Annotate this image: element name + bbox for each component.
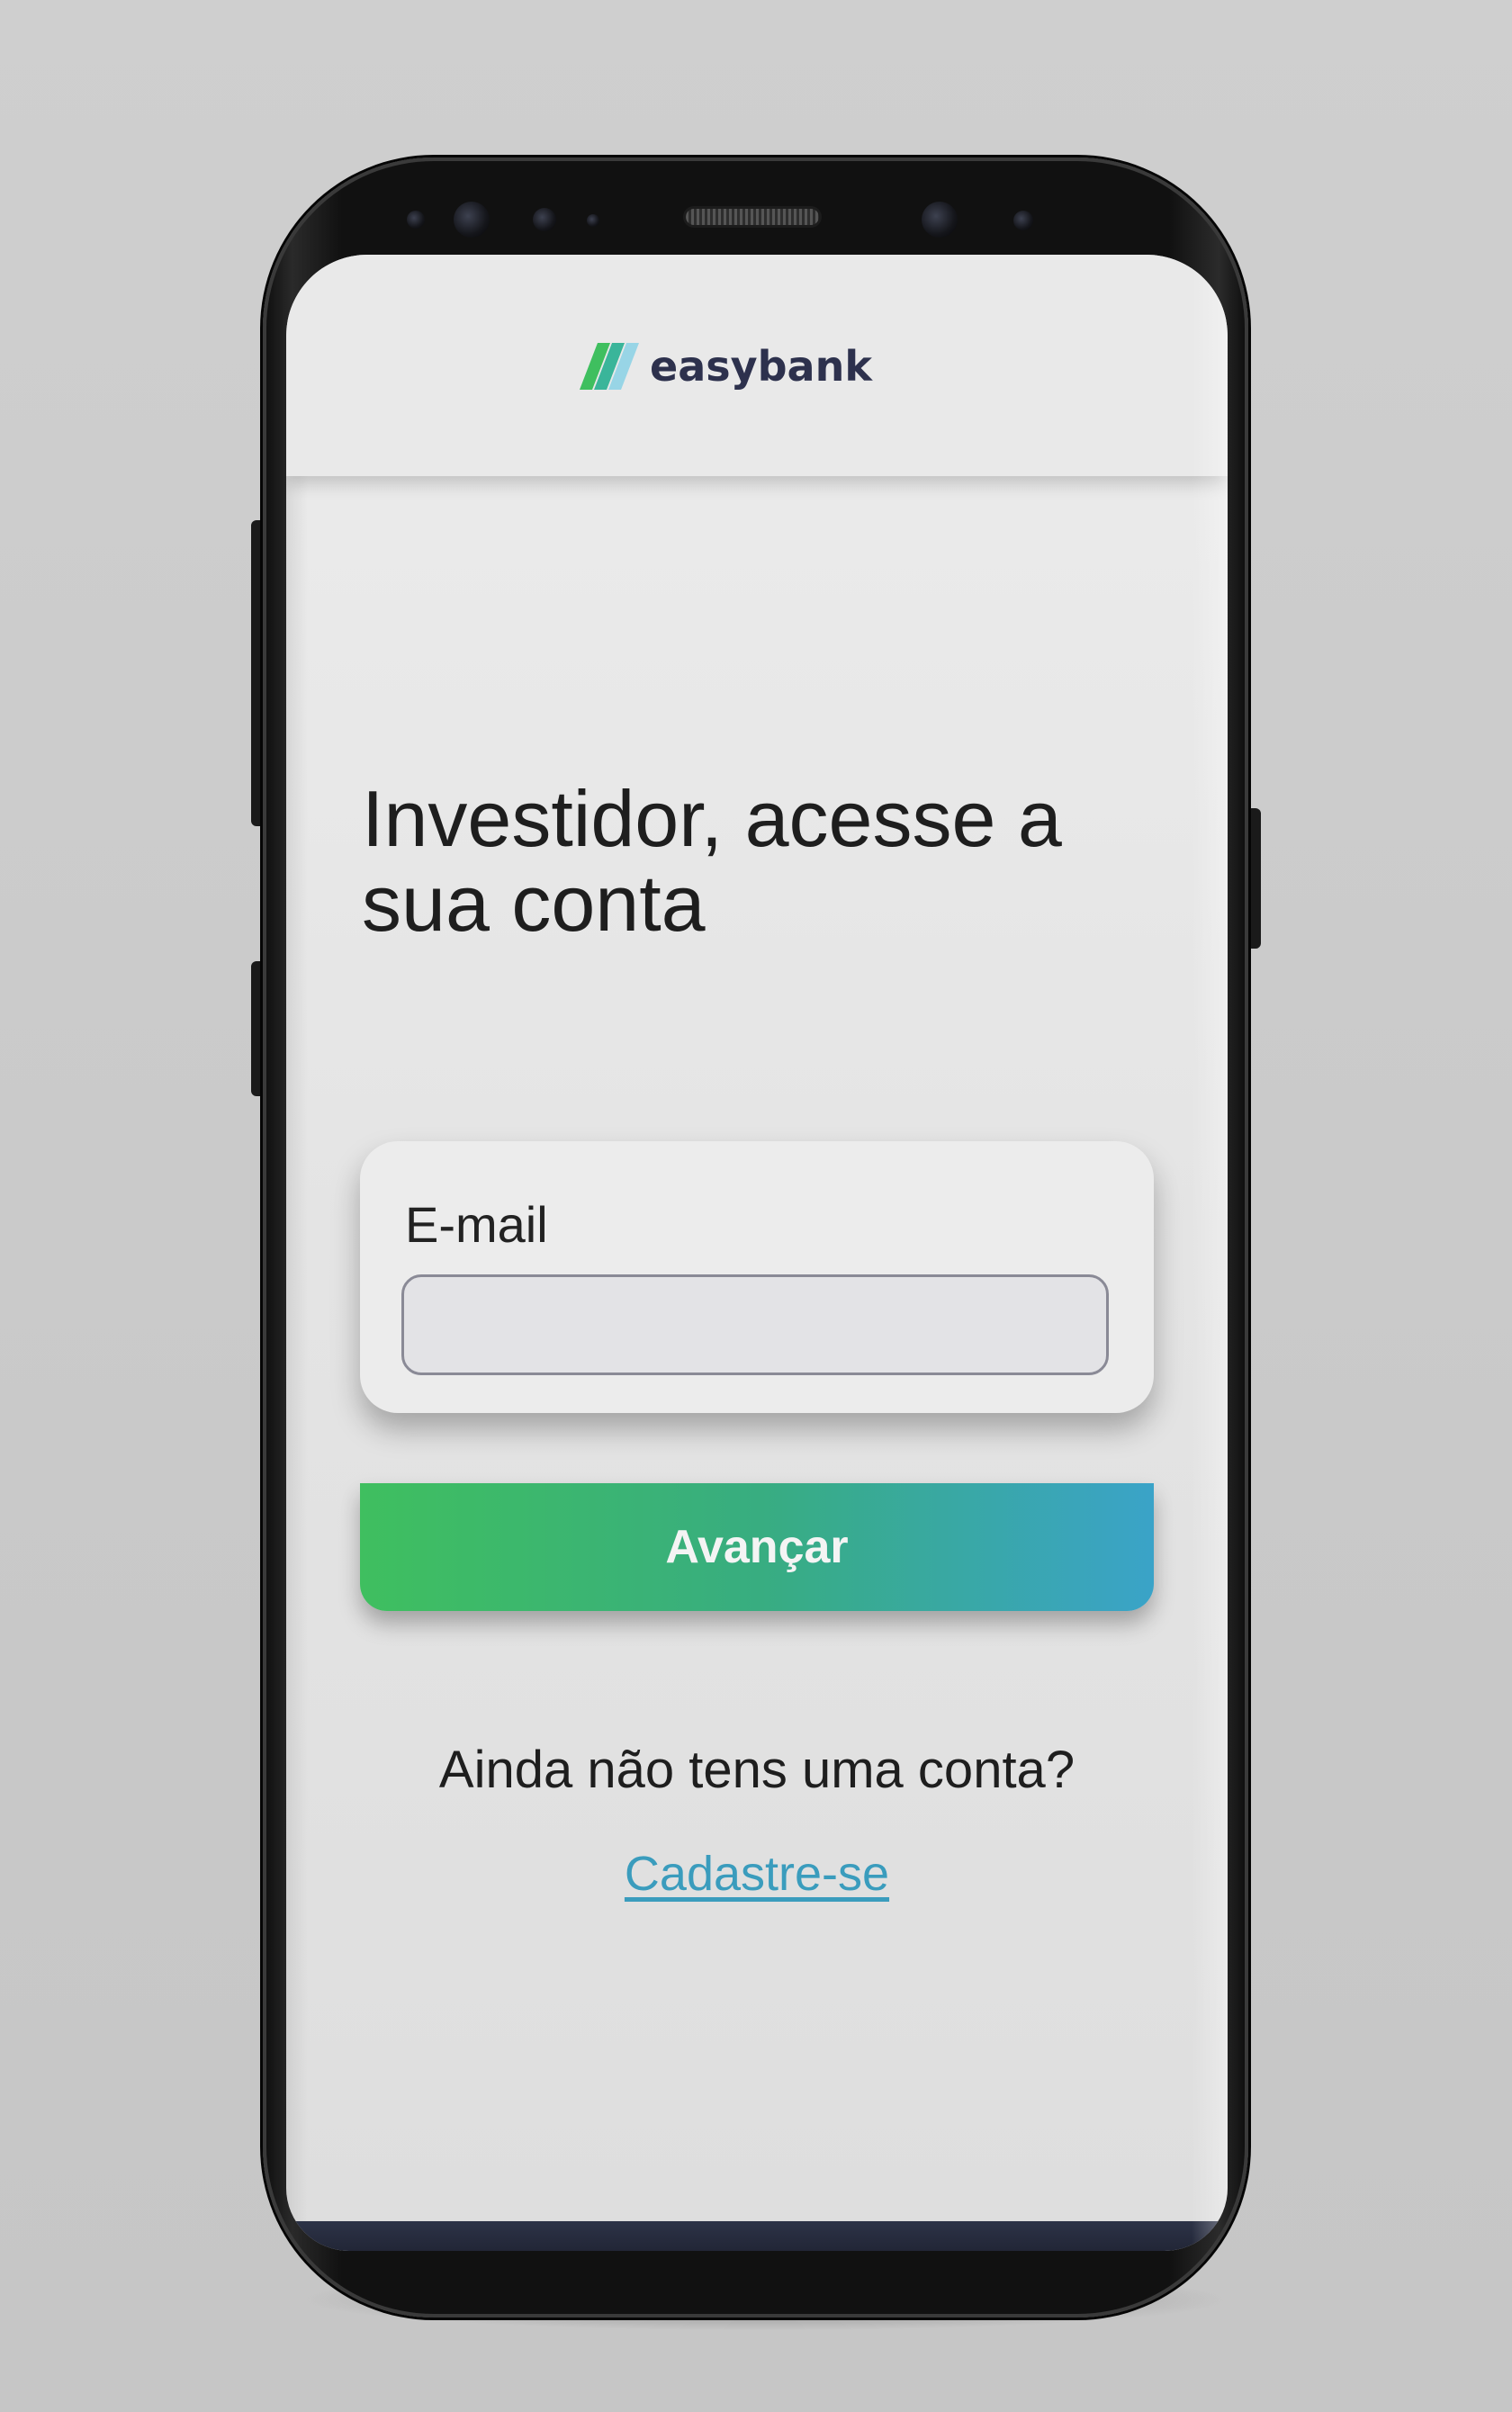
email-field[interactable]: [401, 1274, 1109, 1375]
email-label: E-mail: [405, 1196, 548, 1253]
app-header: easybank: [286, 255, 1228, 476]
page-title: Investidor, acesse a sua conta: [362, 774, 1062, 948]
iris-sensor: [533, 208, 556, 231]
screen-edge-right: [1192, 255, 1228, 2251]
phone-screen: easybank Investidor, acesse a sua conta …: [286, 255, 1228, 2251]
earpiece-speaker: [686, 209, 819, 225]
signup-prompt: Ainda não tens uma conta?: [438, 1741, 1076, 1799]
screen-edge-left: [286, 255, 308, 2251]
signup-link[interactable]: Cadastre-se: [286, 1846, 1228, 1902]
easybank-stripes-icon: [580, 343, 639, 390]
brand-logo[interactable]: easybank: [580, 342, 872, 391]
brand-name: easybank: [650, 342, 872, 391]
bottom-navigation-bar: [286, 2221, 1228, 2251]
iris-camera: [922, 202, 958, 238]
login-card: E-mail: [360, 1141, 1154, 1413]
light-sensor: [587, 214, 599, 227]
power-button: [1246, 808, 1261, 949]
led-sensor: [1013, 211, 1033, 230]
advance-button[interactable]: Avançar: [360, 1483, 1154, 1611]
front-camera-icon: [454, 202, 490, 238]
proximity-sensor: [407, 211, 425, 229]
